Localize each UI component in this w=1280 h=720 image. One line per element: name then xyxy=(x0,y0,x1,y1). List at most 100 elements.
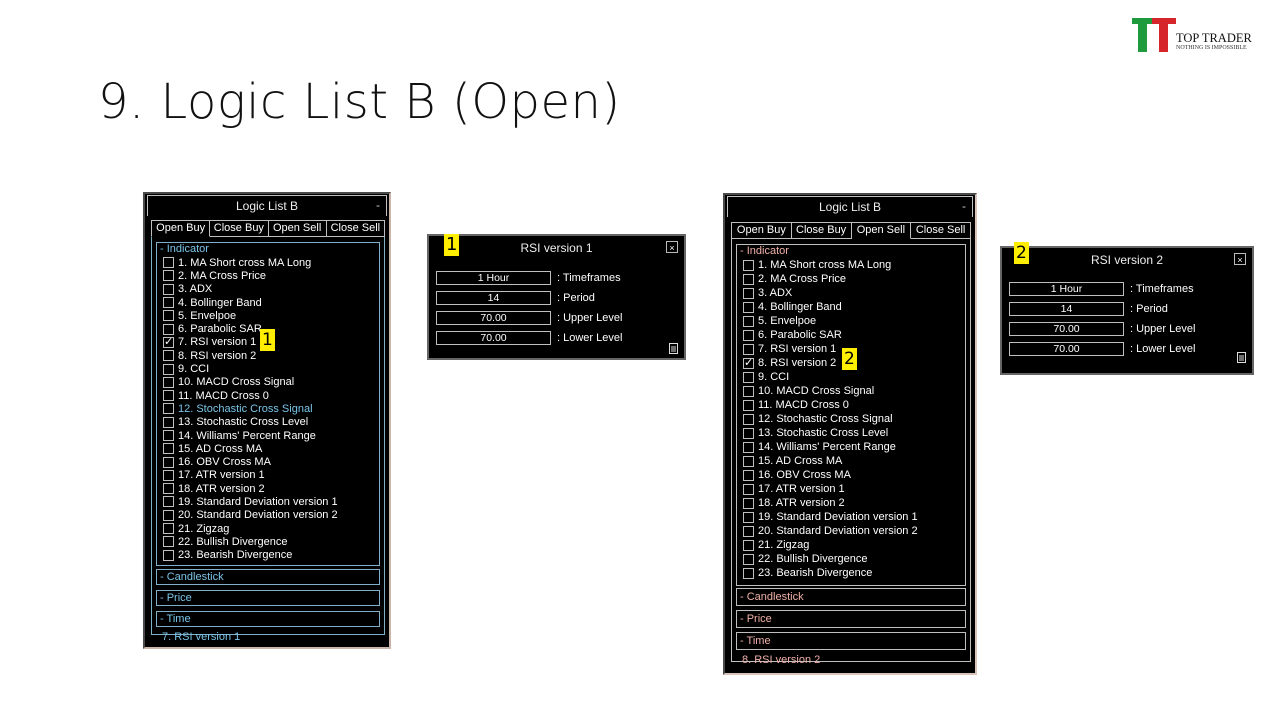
checkbox[interactable] xyxy=(743,273,754,285)
checkbox[interactable] xyxy=(163,363,174,375)
checkbox[interactable] xyxy=(163,403,174,415)
indicator-item[interactable]: 15. AD Cross MA xyxy=(743,454,965,468)
indicator-item[interactable]: 11. MACD Cross 0 xyxy=(163,389,379,402)
checkbox[interactable] xyxy=(163,483,174,495)
checkbox[interactable] xyxy=(743,469,754,481)
checkbox[interactable] xyxy=(743,567,754,579)
indicator-item[interactable]: 16. OBV Cross MA xyxy=(163,455,379,468)
indicator-item[interactable]: 4. Bollinger Band xyxy=(743,300,965,314)
tab-close-buy[interactable]: Close Buy xyxy=(791,222,852,239)
indicator-section-header[interactable]: - Indicator xyxy=(737,245,965,258)
tab-open-sell[interactable]: Open Sell xyxy=(268,220,327,237)
checkbox[interactable] xyxy=(163,416,174,428)
checkbox[interactable] xyxy=(743,315,754,327)
checkbox[interactable] xyxy=(743,385,754,397)
indicator-item[interactable]: 9. CCI xyxy=(163,362,379,375)
indicator-item[interactable]: 10. MACD Cross Signal xyxy=(743,384,965,398)
indicator-item[interactable]: 13. Stochastic Cross Level xyxy=(743,426,965,440)
candlestick-section[interactable]: - Candlestick xyxy=(156,569,380,585)
lower-level-field[interactable]: 70.00 xyxy=(1009,342,1124,356)
indicator-item[interactable]: 21. Zigzag xyxy=(743,538,965,552)
tab-close-sell[interactable]: Close Sell xyxy=(911,222,971,239)
close-icon[interactable]: × xyxy=(1234,253,1246,265)
checkbox[interactable] xyxy=(743,553,754,565)
panel-title-bar[interactable]: Logic List B - xyxy=(727,196,973,217)
checkbox[interactable] xyxy=(163,509,174,521)
indicator-item[interactable]: 10. MACD Cross Signal xyxy=(163,376,379,389)
indicator-item[interactable]: 5. Envelpoe xyxy=(743,314,965,328)
checkbox[interactable] xyxy=(163,257,174,269)
indicator-item[interactable]: 8. RSI version 2 xyxy=(163,349,379,362)
checkbox[interactable] xyxy=(743,427,754,439)
indicator-item[interactable]: 11. MACD Cross 0 xyxy=(743,398,965,412)
time-section[interactable]: - Time xyxy=(156,611,380,627)
checkbox[interactable] xyxy=(743,483,754,495)
indicator-item[interactable]: 12. Stochastic Cross Signal xyxy=(163,402,379,415)
indicator-item[interactable]: 20. Standard Deviation version 2 xyxy=(743,524,965,538)
indicator-item[interactable]: 17. ATR version 1 xyxy=(743,482,965,496)
indicator-item[interactable]: 2. MA Cross Price xyxy=(163,269,379,282)
checkbox[interactable] xyxy=(163,549,174,561)
price-section[interactable]: - Price xyxy=(736,610,966,628)
period-field[interactable]: 14 xyxy=(1009,302,1124,316)
checkbox[interactable] xyxy=(743,497,754,509)
indicator-item[interactable]: 4. Bollinger Band xyxy=(163,296,379,309)
indicator-item[interactable]: 14. Williams' Percent Range xyxy=(743,440,965,454)
tab-open-buy[interactable]: Open Buy xyxy=(151,220,211,237)
checkbox[interactable] xyxy=(163,496,174,508)
checkbox[interactable] xyxy=(163,430,174,441)
checkbox[interactable] xyxy=(743,399,754,411)
tab-open-buy[interactable]: Open Buy xyxy=(731,222,792,239)
time-section[interactable]: - Time xyxy=(736,632,966,650)
timeframes-field[interactable]: 1 Hour xyxy=(1009,282,1124,296)
lower-level-field[interactable]: 70.00 xyxy=(436,331,551,345)
checkbox[interactable] xyxy=(163,323,174,335)
indicator-item[interactable]: 19. Standard Deviation version 1 xyxy=(743,510,965,524)
indicator-item[interactable]: 2. MA Cross Price xyxy=(743,272,965,286)
indicator-item[interactable]: 3. ADX xyxy=(163,283,379,296)
price-section[interactable]: - Price xyxy=(156,590,380,606)
checkbox[interactable] xyxy=(163,456,174,468)
indicator-item[interactable]: 15. AD Cross MA xyxy=(163,442,379,455)
panel-title-bar[interactable]: Logic List B - xyxy=(147,195,387,216)
save-icon[interactable] xyxy=(1237,352,1246,363)
checkbox[interactable] xyxy=(163,469,174,481)
indicator-item[interactable]: 18. ATR version 2 xyxy=(163,482,379,495)
indicator-section-header[interactable]: - Indicator xyxy=(157,243,379,256)
indicator-item[interactable]: 20. Standard Deviation version 2 xyxy=(163,509,379,522)
indicator-item[interactable]: 23. Bearish Divergence xyxy=(163,549,379,562)
indicator-item[interactable]: 16. OBV Cross MA xyxy=(743,468,965,482)
indicator-item[interactable]: 18. ATR version 2 xyxy=(743,496,965,510)
tab-close-sell[interactable]: Close Sell xyxy=(326,220,385,237)
checkbox[interactable] xyxy=(163,443,174,455)
period-field[interactable]: 14 xyxy=(436,291,551,305)
indicator-item[interactable]: 21. Zigzag xyxy=(163,522,379,535)
indicator-item[interactable]: 1. MA Short cross MA Long xyxy=(743,258,965,272)
checkbox[interactable] xyxy=(743,413,754,425)
checkbox[interactable] xyxy=(163,376,174,388)
checkbox[interactable] xyxy=(743,441,754,453)
timeframes-field[interactable]: 1 Hour xyxy=(436,271,551,285)
checkbox[interactable] xyxy=(743,525,754,537)
indicator-item[interactable]: 5. Envelpoe xyxy=(163,309,379,322)
checkbox[interactable] xyxy=(163,390,174,402)
tab-open-sell[interactable]: Open Sell xyxy=(851,222,912,239)
checkbox[interactable] xyxy=(163,297,174,309)
checkbox[interactable] xyxy=(743,539,754,551)
indicator-item[interactable]: 1. MA Short cross MA Long xyxy=(163,256,379,269)
close-icon[interactable]: × xyxy=(666,241,678,253)
checkbox[interactable] xyxy=(163,350,174,362)
checkbox[interactable] xyxy=(163,523,174,535)
indicator-item[interactable]: 22. Bullish Divergence xyxy=(163,535,379,548)
checkbox[interactable] xyxy=(163,536,174,548)
indicator-item[interactable]: 19. Standard Deviation version 1 xyxy=(163,495,379,508)
checkbox[interactable] xyxy=(743,287,754,299)
checkbox[interactable] xyxy=(743,343,754,355)
indicator-item[interactable]: 6. Parabolic SAR xyxy=(743,328,965,342)
indicator-item[interactable]: 13. Stochastic Cross Level xyxy=(163,416,379,429)
checkbox[interactable] xyxy=(163,335,174,348)
checkbox[interactable] xyxy=(743,455,754,467)
indicator-item[interactable]: 22. Bullish Divergence xyxy=(743,552,965,566)
indicator-item[interactable]: 14. Williams' Percent Range xyxy=(163,429,379,442)
checkbox[interactable] xyxy=(743,329,754,341)
